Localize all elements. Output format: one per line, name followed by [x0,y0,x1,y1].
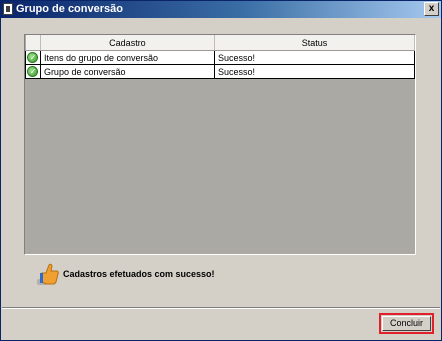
footer-divider [2,307,440,309]
check-icon: ✓ [27,52,39,64]
row-status-indicator: ✓ [25,50,41,65]
app-icon [3,3,13,15]
title-bar[interactable]: Grupo de conversão x [1,1,441,18]
column-header-status[interactable]: Status [214,35,416,51]
table-row[interactable]: ✓ Grupo de conversão Sucesso! [25,64,416,79]
status-cell[interactable]: Sucesso! [213,64,416,79]
results-table: Cadastro Status ✓ Itens do grupo de conv… [25,35,416,79]
row-status-indicator: ✓ [25,64,41,79]
column-header-cadastro[interactable]: Cadastro [40,35,215,51]
thumbs-up-icon [37,263,59,285]
success-message-text: Cadastros efetuados com sucesso! [63,269,215,279]
close-button[interactable]: x [424,2,439,16]
window-title: Grupo de conversão [16,3,123,15]
table-row[interactable]: ✓ Itens do grupo de conversão Sucesso! [25,50,416,65]
conversion-group-window: Grupo de conversão x Cadastro Status ✓ I… [0,0,442,341]
results-grid[interactable]: Cadastro Status ✓ Itens do grupo de conv… [24,34,416,255]
row-indicator-header [25,35,41,51]
concluir-button[interactable]: Concluir [382,316,431,331]
check-icon: ✓ [27,66,39,78]
cadastro-cell[interactable]: Itens do grupo de conversão [39,50,215,65]
cadastro-cell[interactable]: Grupo de conversão [39,64,215,79]
status-cell[interactable]: Sucesso! [213,50,416,65]
table-header-row: Cadastro Status [25,35,416,51]
